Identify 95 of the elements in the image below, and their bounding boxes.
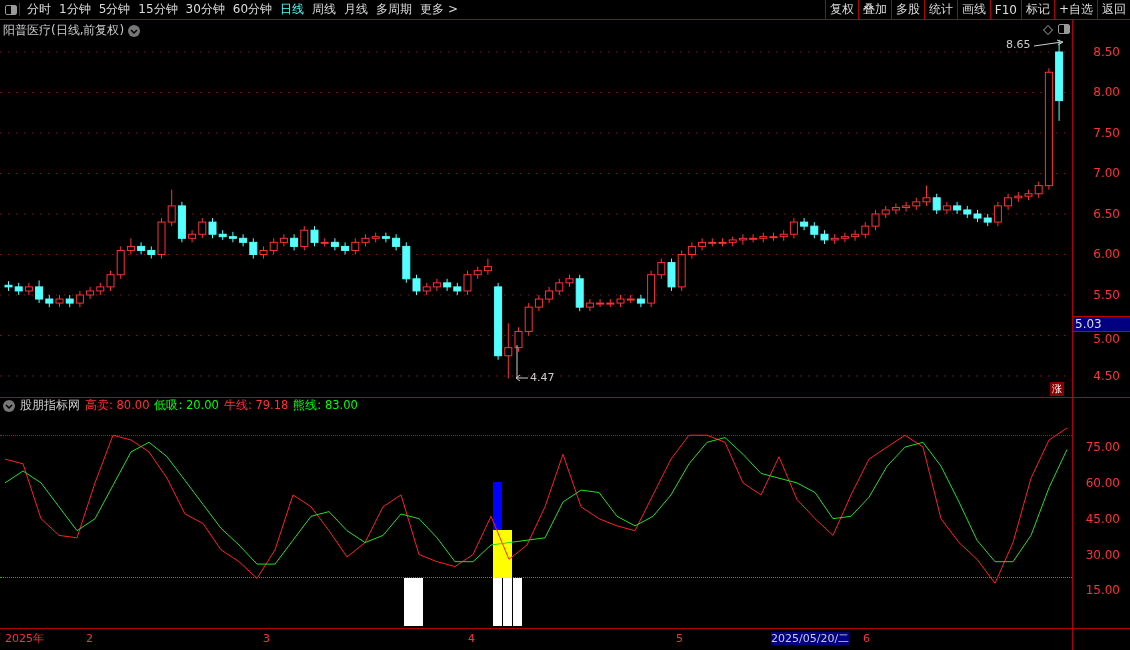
date-label: 6 bbox=[863, 632, 870, 645]
candlestick bbox=[953, 201, 962, 215]
period-tab[interactable]: 分时 bbox=[23, 1, 55, 18]
price-axis-label: 8.00 bbox=[1093, 85, 1120, 100]
candlestick bbox=[443, 278, 452, 292]
candlestick bbox=[106, 270, 115, 292]
candlestick bbox=[381, 232, 390, 243]
indicator-axis-label: 60.00 bbox=[1085, 475, 1120, 490]
rise-badge: 涨 bbox=[1050, 382, 1064, 396]
date-label: 5 bbox=[676, 632, 683, 645]
dropdown-icon[interactable] bbox=[128, 24, 141, 37]
date-label: 2025年 bbox=[5, 632, 44, 645]
candlestick bbox=[932, 193, 941, 215]
candlestick bbox=[228, 231, 237, 243]
pointer-arrow bbox=[1033, 39, 1064, 47]
candlestick bbox=[249, 237, 258, 260]
candlestick bbox=[585, 298, 594, 312]
candlestick bbox=[208, 217, 217, 239]
pointer-arrow bbox=[515, 344, 529, 382]
period-tab[interactable]: 1分钟 bbox=[55, 1, 95, 18]
date-label: 4 bbox=[468, 632, 475, 645]
price-axis-label: 7.00 bbox=[1093, 166, 1120, 181]
candlestick bbox=[657, 258, 666, 280]
legend-value: 熊线: 83.00 bbox=[293, 398, 358, 413]
candlestick bbox=[198, 217, 207, 239]
price-axis-label: 4.50 bbox=[1093, 369, 1120, 383]
indicator-axis-label: 30.00 bbox=[1085, 547, 1120, 562]
candlestick bbox=[432, 278, 441, 292]
price-axis-label: 8.50 bbox=[1093, 45, 1120, 59]
candlestick bbox=[188, 229, 197, 243]
price-axis-label: 5.00 bbox=[1093, 332, 1120, 347]
candlestick bbox=[851, 229, 860, 242]
candlestick bbox=[789, 217, 798, 239]
dropdown-icon[interactable] bbox=[3, 399, 15, 412]
legend-value: 低吸: 20.00 bbox=[154, 398, 219, 413]
candlestick bbox=[687, 241, 696, 260]
period-tab[interactable]: 5分钟 bbox=[94, 1, 135, 18]
stock-title: 阳普医疗(日线,前复权) bbox=[3, 22, 125, 39]
price-axis-label: 6.00 bbox=[1093, 247, 1120, 262]
candlestick bbox=[636, 294, 645, 308]
diamond-icon[interactable] bbox=[1043, 25, 1053, 35]
candlestick bbox=[86, 286, 95, 300]
candlestick bbox=[922, 185, 931, 207]
candlestick bbox=[698, 237, 707, 251]
panel-toggle-icon[interactable] bbox=[3, 3, 20, 16]
candlestick bbox=[840, 232, 849, 243]
panel-toggle-icon[interactable] bbox=[1058, 24, 1070, 34]
candlestick bbox=[412, 274, 421, 296]
candlestick bbox=[514, 326, 523, 353]
more-menu[interactable]: 更多 > bbox=[416, 1, 462, 18]
candlestick bbox=[35, 279, 44, 304]
candlestick bbox=[310, 225, 319, 247]
period-tab[interactable]: 月线 bbox=[340, 1, 373, 18]
candlestick bbox=[167, 189, 176, 227]
date-label: 2 bbox=[86, 632, 93, 645]
candlestick bbox=[993, 201, 1002, 227]
price-axis-label: 6.50 bbox=[1093, 207, 1120, 221]
candlestick bbox=[891, 202, 900, 215]
indicator-axis-label: 45.00 bbox=[1085, 511, 1120, 526]
period-tab[interactable]: 日线 bbox=[276, 1, 309, 18]
current-price-tag: 5.03 bbox=[1073, 316, 1130, 332]
period-tab[interactable]: 多周期 bbox=[372, 1, 417, 18]
candlestick bbox=[902, 201, 911, 213]
candlestick bbox=[483, 258, 492, 276]
period-tab[interactable]: 15分钟 bbox=[134, 1, 182, 18]
period-tab[interactable]: 60分钟 bbox=[228, 1, 277, 18]
legend-value: 牛线: 79.18 bbox=[223, 398, 289, 413]
candlestick bbox=[341, 241, 350, 255]
candlestick bbox=[126, 237, 135, 255]
candlestick bbox=[942, 201, 951, 215]
candlestick bbox=[738, 233, 747, 246]
date-label: 3 bbox=[263, 632, 270, 645]
candlestick bbox=[596, 298, 605, 308]
low-price-label: 4.47 bbox=[530, 371, 555, 384]
candlestick bbox=[800, 217, 809, 231]
price-axis-label: 7.50 bbox=[1093, 126, 1120, 140]
candlestick bbox=[330, 237, 339, 251]
price-axis-label: 5.50 bbox=[1093, 288, 1120, 302]
candlestick bbox=[137, 241, 146, 255]
indicator-axis-label: 15.00 bbox=[1085, 583, 1120, 598]
date-label: 2025/05/20/二 bbox=[771, 632, 850, 645]
candlestick bbox=[279, 233, 288, 247]
candlestick bbox=[871, 209, 880, 231]
candlestick bbox=[300, 225, 309, 251]
period-tab[interactable]: 周线 bbox=[308, 1, 341, 18]
candlestick bbox=[749, 233, 758, 243]
legend-value: 高卖: 80.00 bbox=[85, 398, 150, 413]
indicator-axis-label: 75.00 bbox=[1085, 440, 1120, 455]
high-price-label: 8.65 bbox=[1006, 38, 1031, 51]
candlestick bbox=[24, 282, 33, 296]
indicator-name: 股朋指标网 bbox=[20, 398, 80, 413]
candlestick bbox=[504, 322, 513, 379]
period-tab[interactable]: 30分钟 bbox=[181, 1, 229, 18]
candlestick bbox=[239, 233, 248, 247]
candlestick bbox=[463, 270, 472, 296]
